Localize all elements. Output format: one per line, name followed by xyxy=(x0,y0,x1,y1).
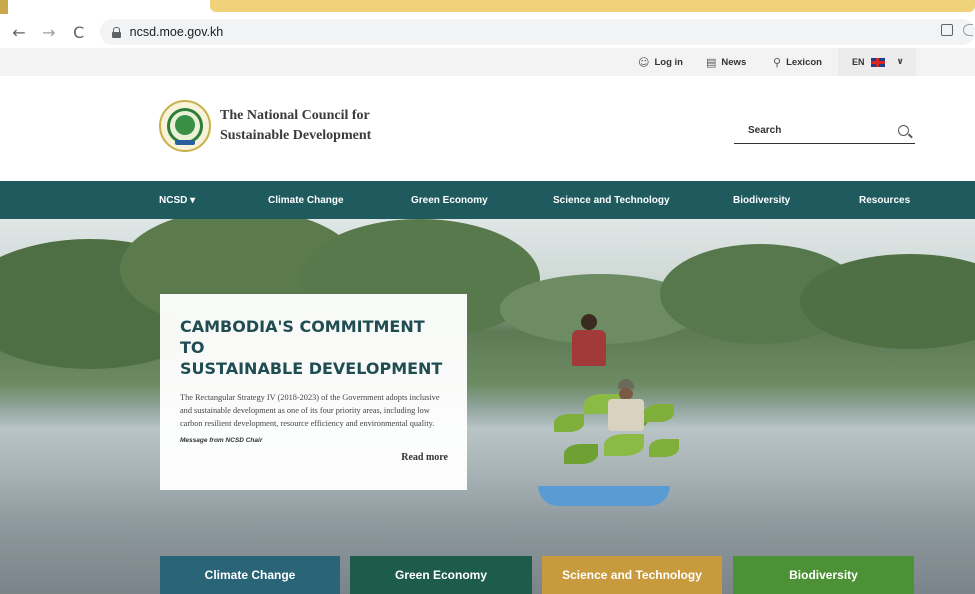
user-icon: ☺ xyxy=(638,55,650,69)
hero-banner: CAMBODIA'S COMMITMENT TO SUSTAINABLE DEV… xyxy=(0,219,975,594)
browser-toolbar: ← → C ncsd.moe.gov.kh xyxy=(0,16,975,48)
hero-title-line1: CAMBODIA'S COMMITMENT TO xyxy=(180,317,425,357)
utility-bar: ☺ Log in ▤ News ⚲ Lexicon EN ∨ xyxy=(0,48,975,76)
document-icon: ▤ xyxy=(706,55,717,69)
uk-flag-icon xyxy=(870,57,885,67)
login-link[interactable]: ☺ Log in xyxy=(638,48,683,76)
logo-ribbon xyxy=(175,140,195,145)
hero-title-line2: SUSTAINABLE DEVELOPMENT xyxy=(180,359,443,378)
reload-icon[interactable]: C xyxy=(68,21,90,43)
login-label: Log in xyxy=(654,56,683,68)
language-selector[interactable]: EN ∨ xyxy=(838,48,916,76)
nav-item-green-economy[interactable]: Green Economy xyxy=(411,181,488,219)
nav-item-climate-change[interactable]: Climate Change xyxy=(268,181,344,219)
url-text: ncsd.moe.gov.kh xyxy=(129,25,224,39)
browser-tabstrip xyxy=(0,0,975,16)
nav-item-biodiversity[interactable]: Biodiversity xyxy=(733,181,790,219)
tile-green-economy[interactable]: Green Economy xyxy=(350,556,532,594)
tile-biodiversity[interactable]: Biodiversity xyxy=(733,556,914,594)
seated-person xyxy=(604,379,648,441)
search-input[interactable]: Search xyxy=(734,118,915,144)
boat xyxy=(538,486,670,506)
tile-science-technology[interactable]: Science and Technology xyxy=(542,556,722,594)
news-label: News xyxy=(721,56,747,68)
tab-strip-highlight xyxy=(210,0,975,12)
hero-signature: Message from NCSD Chair xyxy=(180,437,263,444)
org-name-line2: Sustainable Development xyxy=(220,128,372,143)
tile-climate-change[interactable]: Climate Change xyxy=(160,556,340,594)
language-code: EN xyxy=(852,57,865,67)
news-link[interactable]: ▤ News xyxy=(706,48,746,76)
tab-favicon-edge xyxy=(0,0,8,14)
qr-code-icon[interactable] xyxy=(941,24,953,36)
hero-message-card: CAMBODIA'S COMMITMENT TO SUSTAINABLE DEV… xyxy=(160,294,467,490)
search-icon[interactable] xyxy=(898,125,909,136)
logo-core xyxy=(175,115,195,135)
search-icon: ⚲ xyxy=(773,55,782,69)
back-icon[interactable]: ← xyxy=(8,21,30,43)
site-header: The National Council for Sustainable Dev… xyxy=(0,76,975,181)
org-name-line1: The National Council for xyxy=(220,108,370,123)
search-placeholder: Search xyxy=(748,125,782,136)
nav-item-ncsd[interactable]: NCSD ▾ xyxy=(159,181,195,219)
chevron-down-icon: ∨ xyxy=(896,57,904,67)
lexicon-link[interactable]: ⚲ Lexicon xyxy=(773,48,822,76)
extension-icon[interactable] xyxy=(963,24,973,36)
organization-name[interactable]: The National Council for Sustainable Dev… xyxy=(220,106,371,146)
forward-icon[interactable]: → xyxy=(38,21,60,43)
main-navigation: NCSD ▾ Climate Change Green Economy Scie… xyxy=(0,181,975,219)
ncsd-logo[interactable] xyxy=(159,100,211,152)
nav-item-science-technology[interactable]: Science and Technology xyxy=(553,181,670,219)
hero-body-text: The Rectangular Strategy IV (2018-2023) … xyxy=(180,393,440,428)
lock-icon xyxy=(111,26,121,38)
hero-title: CAMBODIA'S COMMITMENT TO SUSTAINABLE DEV… xyxy=(180,316,447,379)
address-bar[interactable]: ncsd.moe.gov.kh xyxy=(99,19,975,45)
lexicon-label: Lexicon xyxy=(786,56,822,68)
nav-item-resources[interactable]: Resources xyxy=(859,181,910,219)
read-more-link[interactable]: Read more xyxy=(401,452,448,463)
web-page: ☺ Log in ▤ News ⚲ Lexicon EN ∨ The Natio… xyxy=(0,48,975,594)
